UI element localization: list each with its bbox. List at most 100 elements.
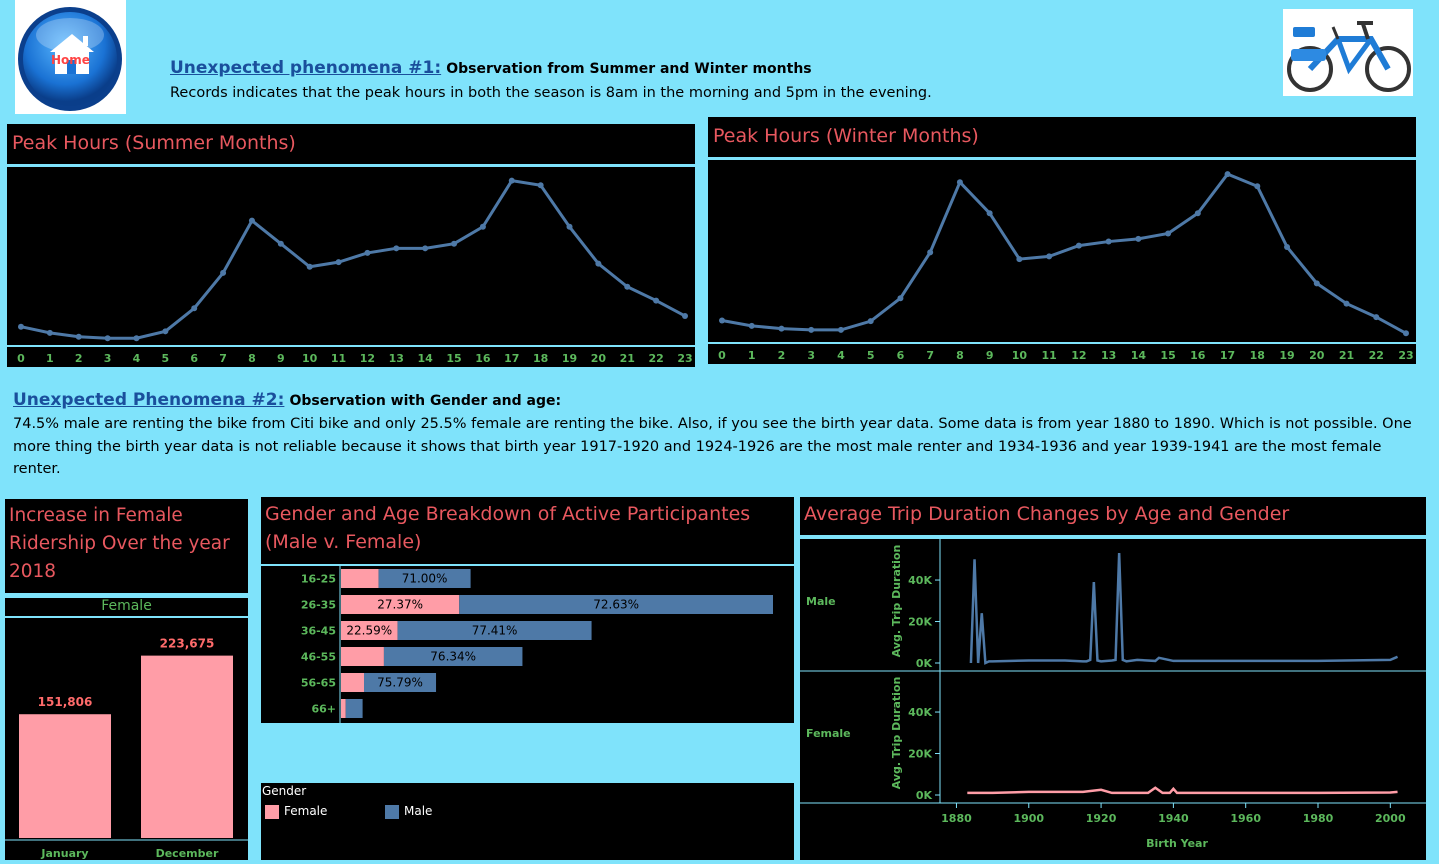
winter-point <box>1135 235 1142 242</box>
winter-point <box>1105 238 1112 245</box>
gender-male-value-label: 71.00% <box>402 572 448 586</box>
summer-chart: 0 1 2 3 4 5 6 7 8 9 10 11 12 13 14 15 16 17 18 19 20 21 22 23 <box>7 177 695 365</box>
trip-series-line-male <box>969 553 1399 665</box>
winter-chart: 0 1 2 3 4 5 6 7 8 9 10 11 12 13 14 15 16 17 18 19 20 21 22 23 <box>708 171 1416 362</box>
legend-male-swatch[interactable] <box>385 805 399 819</box>
trip-y-tick-label: 20K <box>908 616 932 629</box>
gender-legend-panel: Gender Female Male <box>261 783 794 860</box>
winter-point <box>867 318 874 325</box>
gender-male-value-label: 72.63% <box>593 598 639 612</box>
summer-x-tick: 1 <box>46 352 54 365</box>
winter-title-panel: Peak Hours (Winter Months) <box>708 117 1416 157</box>
female-bar-category-label: December <box>156 847 219 860</box>
winter-point <box>897 295 904 302</box>
summer-point <box>162 328 169 335</box>
trip-x-tick-label: 1880 <box>941 812 972 825</box>
trip-x-tick-label: 1940 <box>1158 812 1189 825</box>
gender-age-chart: 16-25 71.00% 26-35 27.37% 72.63% 36-45 22.59% 7… <box>301 566 773 723</box>
summer-x-tick: 13 <box>389 352 404 365</box>
winter-x-tick: 23 <box>1398 349 1413 362</box>
summer-x-tick: 21 <box>620 352 635 365</box>
summer-point <box>508 177 515 184</box>
phenomena1-description: Records indicates that the peak hours in… <box>170 85 932 101</box>
summer-point <box>566 223 573 230</box>
phenomena2-link[interactable]: Unexpected Phenomena #2: <box>13 390 284 410</box>
phenomena1-subtitle: Observation from Summer and Winter month… <box>446 61 812 77</box>
winter-point <box>719 317 725 324</box>
gender-male-value-label: 75.79% <box>377 676 423 690</box>
summer-point <box>133 335 140 342</box>
winter-x-tick: 4 <box>837 349 845 362</box>
winter-x-tick: 0 <box>718 349 726 362</box>
female-bar-chart: 151,806 January 223,675 December <box>5 637 248 860</box>
trip-y-tick-label: 40K <box>908 574 932 587</box>
gender-age-category-label: 36-45 <box>301 625 336 638</box>
gender-age-title: Gender and Age Breakdown of Active Parti… <box>265 503 751 553</box>
winter-x-tick: 8 <box>956 349 964 362</box>
summer-x-tick: 7 <box>219 352 227 365</box>
summer-point <box>624 283 631 290</box>
summer-series-line <box>20 179 686 340</box>
phenomena1-link[interactable]: Unexpected phenomena #1: <box>170 58 441 78</box>
summer-x-tick: 16 <box>475 352 491 365</box>
legend-male-label[interactable]: Male <box>404 804 432 818</box>
winter-x-tick: 2 <box>778 349 786 362</box>
summer-point <box>479 223 486 230</box>
summer-point <box>653 297 660 304</box>
female-bar <box>141 655 233 838</box>
summer-x-tick: 18 <box>533 352 548 365</box>
gender-age-category-label: 46-55 <box>301 651 336 664</box>
winter-x-tick: 5 <box>867 349 875 362</box>
legend-female-swatch[interactable] <box>265 805 279 819</box>
gender-female-bar <box>341 647 384 666</box>
summer-x-tick: 23 <box>677 352 692 365</box>
gender-age-title-panel: Gender and Age Breakdown of Active Parti… <box>261 497 794 564</box>
summer-x-tick: 9 <box>277 352 285 365</box>
female-bar-value-label: 151,806 <box>38 695 93 709</box>
gender-male-bar <box>345 699 363 718</box>
winter-point <box>1165 230 1172 237</box>
summer-point <box>220 269 227 276</box>
trip-y-axis-title-female: Avg. Trip Duration <box>890 677 903 790</box>
winter-title: Peak Hours (Winter Months) <box>713 125 979 147</box>
trip-duration-title: Average Trip Duration Changes by Age and… <box>804 503 1290 525</box>
winter-x-tick: 21 <box>1339 349 1354 362</box>
summer-title-panel: Peak Hours (Summer Months) <box>7 124 695 164</box>
female-bar <box>19 714 111 838</box>
summer-point <box>104 335 111 342</box>
trip-x-axis-title: Birth Year <box>1146 837 1208 850</box>
winter-x-tick: 22 <box>1369 349 1384 362</box>
trip-row-label-male: Male <box>806 595 836 608</box>
legend-female-label[interactable]: Female <box>284 804 327 818</box>
gender-age-category-label: 26-35 <box>301 599 336 612</box>
winter-point <box>1284 243 1291 250</box>
trip-row-label-female: Female <box>806 727 851 740</box>
summer-x-tick: 5 <box>162 352 170 365</box>
gender-female-value-label: 27.37% <box>377 598 423 612</box>
winter-x-tick: 6 <box>897 349 905 362</box>
summer-point <box>422 245 429 252</box>
winter-point <box>1224 171 1231 178</box>
winter-point <box>1313 280 1320 287</box>
summer-x-tick: 11 <box>331 352 346 365</box>
summer-x-tick: 3 <box>104 352 112 365</box>
summer-point <box>335 259 342 266</box>
winter-x-tick: 17 <box>1220 349 1235 362</box>
female-increase-title-panel: Increase in Female Ridership Over the ye… <box>5 499 248 593</box>
winter-point <box>1403 330 1409 337</box>
winter-point <box>1343 300 1350 307</box>
home-button[interactable]: Home <box>15 0 126 114</box>
trip-duration-chart: Male Avg. Trip Duration 0K 20K 40K Female Avg.… <box>800 539 1426 850</box>
summer-x-tick: 4 <box>133 352 141 365</box>
home-label: Home <box>51 53 90 67</box>
gender-age-category-label: 66+ <box>311 703 336 716</box>
trip-series-line-female <box>967 786 1398 795</box>
trip-y-axis-title-male: Avg. Trip Duration <box>890 545 903 658</box>
winter-point <box>808 326 815 333</box>
gender-female-bar <box>341 673 365 692</box>
trip-duration-title-panel: Average Trip Duration Changes by Age and… <box>800 497 1426 535</box>
winter-point <box>1254 183 1261 190</box>
winter-x-tick: 7 <box>926 349 934 362</box>
winter-point <box>986 210 993 217</box>
winter-x-tick: 16 <box>1190 349 1206 362</box>
